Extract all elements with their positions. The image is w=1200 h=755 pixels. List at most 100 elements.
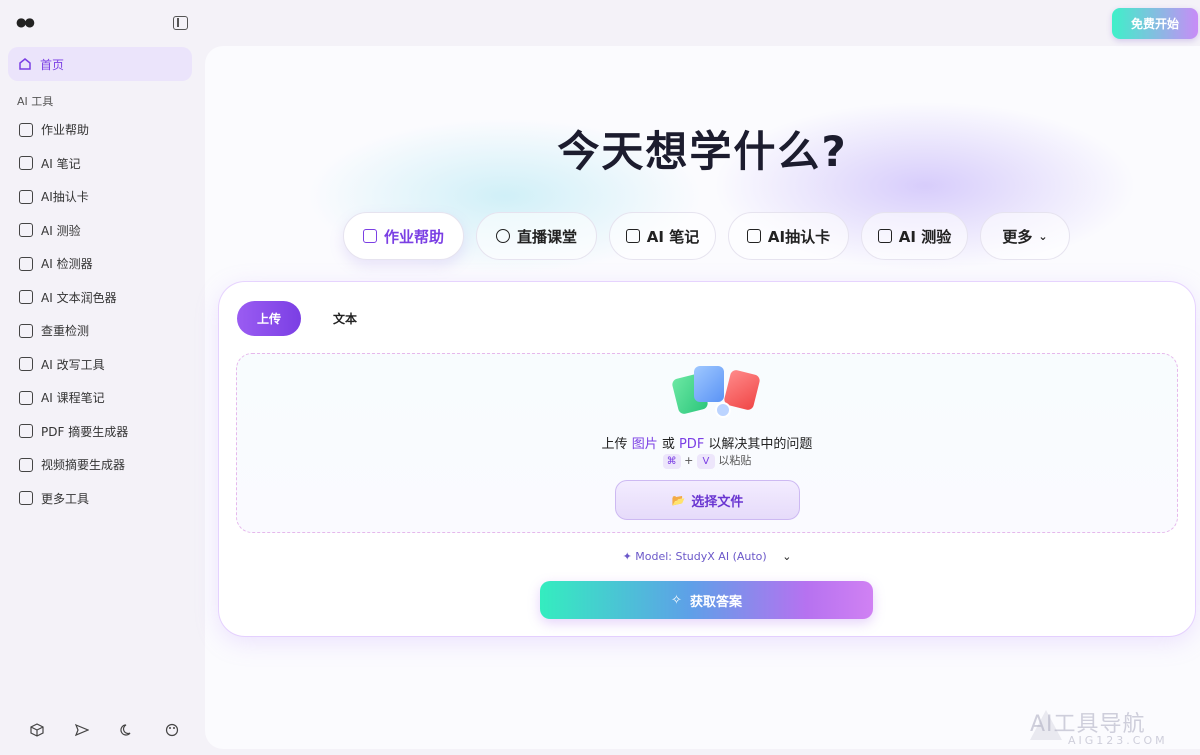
tab-label: 直播课堂 bbox=[516, 227, 577, 246]
moon-icon[interactable] bbox=[104, 718, 149, 742]
tab-homework[interactable]: 作业帮助 bbox=[343, 212, 464, 260]
sidebar-item-label: 作业帮助 bbox=[41, 123, 90, 138]
folder-icon: 📂 bbox=[671, 493, 686, 507]
sidebar-item-quiz[interactable]: AI 测验 bbox=[8, 214, 192, 248]
tab-flashcards[interactable]: AI抽认卡 bbox=[728, 212, 849, 260]
upload-arrow-icon bbox=[715, 402, 731, 418]
drop-prefix: 上传 bbox=[601, 437, 632, 452]
homework-icon bbox=[19, 122, 33, 137]
sidebar-item-label: 查重检测 bbox=[41, 324, 90, 339]
more-icon bbox=[19, 491, 33, 506]
feature-tabs: 作业帮助 直播课堂 AI 笔记 AI抽认卡 AI 测验 更多 ⌄ bbox=[343, 212, 1082, 260]
home-icon bbox=[18, 57, 32, 71]
mic-icon bbox=[495, 229, 510, 243]
get-answer-label: 获取答案 bbox=[689, 594, 742, 610]
cube-icon[interactable] bbox=[14, 718, 59, 742]
paste-hint: ⌘ + V 以粘贴 bbox=[237, 452, 1177, 469]
chevron-down-icon: ⌄ bbox=[782, 550, 792, 563]
segment-upload[interactable]: 上传 bbox=[237, 301, 301, 336]
sidebar-item-label: AI 改写工具 bbox=[41, 357, 105, 372]
sidebar-item-flashcards[interactable]: AI抽认卡 bbox=[8, 180, 192, 214]
sidebar-item-homework[interactable]: 作业帮助 bbox=[8, 113, 192, 147]
notes-icon bbox=[19, 156, 33, 171]
drop-instructions: 上传 图片 或 PDF 以解决其中的问题 bbox=[237, 433, 1177, 452]
sidebar-item-polisher[interactable]: AI 文本润色器 bbox=[8, 281, 192, 315]
sidebar-item-label: AI 文本润色器 bbox=[41, 290, 117, 305]
sidebar-toggle-icon[interactable] bbox=[173, 16, 188, 30]
sidebar-item-label: AI 测验 bbox=[41, 223, 81, 238]
sidebar-item-ai-notes[interactable]: AI 笔记 bbox=[8, 147, 192, 181]
sidebar-item-video-summary[interactable]: 视频摘要生成器 bbox=[8, 448, 192, 482]
course-notes-icon bbox=[19, 390, 33, 405]
file-drop-zone[interactable]: 上传 图片 或 PDF 以解决其中的问题 ⌘ + V 以粘贴 📂 选择文件 bbox=[236, 353, 1178, 533]
v-key: V bbox=[696, 454, 715, 469]
model-label: Model: StudyX AI (Auto) bbox=[635, 550, 767, 563]
choose-file-button[interactable]: 📂 选择文件 bbox=[615, 480, 800, 520]
sidebar-tool-list: 作业帮助 AI 笔记 AI抽认卡 AI 测验 AI 检测器 AI 文本润色器 查… bbox=[8, 113, 192, 515]
detector-icon bbox=[19, 256, 33, 271]
tab-live-class[interactable]: 直播课堂 bbox=[476, 212, 597, 260]
sparkle-icon: ✦ bbox=[622, 550, 632, 563]
sidebar-bottom-bar bbox=[0, 718, 200, 742]
sidebar-item-label: 视频摘要生成器 bbox=[41, 458, 126, 473]
sidebar-item-plagiarism[interactable]: 查重检测 bbox=[8, 314, 192, 348]
plagiarism-icon bbox=[19, 323, 33, 338]
pdf-icon bbox=[19, 424, 33, 439]
tab-label: AI 笔记 bbox=[646, 227, 700, 246]
sidebar: ●● 首页 AI 工具 作业帮助 AI 笔记 AI抽认卡 AI 测验 AI 检测… bbox=[0, 0, 200, 755]
send-icon[interactable] bbox=[59, 718, 104, 742]
tab-ai-notes[interactable]: AI 笔记 bbox=[609, 212, 716, 260]
tab-more[interactable]: 更多 ⌄ bbox=[980, 212, 1070, 260]
quiz-icon bbox=[877, 229, 892, 243]
paste-label: 以粘贴 bbox=[718, 454, 752, 467]
tab-label: AI抽认卡 bbox=[767, 227, 831, 246]
flashcard-icon bbox=[746, 229, 761, 243]
segment-text[interactable]: 文本 bbox=[323, 301, 367, 336]
sidebar-item-label: AI 课程笔记 bbox=[41, 391, 105, 406]
free-start-button[interactable]: 免费开始 bbox=[1112, 8, 1198, 39]
drop-suffix: 以解决其中的问题 bbox=[704, 437, 813, 452]
tab-label: 更多 bbox=[1002, 227, 1033, 246]
sidebar-item-label: 首页 bbox=[40, 57, 65, 72]
sidebar-item-rewrite[interactable]: AI 改写工具 bbox=[8, 348, 192, 382]
video-icon bbox=[19, 457, 33, 472]
logo: ●● bbox=[16, 15, 35, 29]
magic-wand-icon: ✧ bbox=[671, 592, 682, 608]
watermark: AI工具导航 AIG123.COM bbox=[1030, 706, 1168, 747]
homework-icon bbox=[362, 229, 377, 243]
drop-pdf-text: PDF bbox=[678, 437, 705, 452]
notes-icon bbox=[625, 229, 640, 243]
upload-card: 上传 文本 上传 图片 或 PDF 以解决其中的问题 ⌘ + V 以粘贴 📂 选… bbox=[219, 282, 1195, 636]
file-types-illustration bbox=[657, 364, 767, 420]
tab-quiz[interactable]: AI 测验 bbox=[861, 212, 968, 260]
sidebar-item-label: 更多工具 bbox=[41, 491, 90, 506]
document-file-icon bbox=[694, 366, 724, 402]
flashcard-icon bbox=[19, 189, 33, 204]
quiz-icon bbox=[19, 223, 33, 238]
palette-icon[interactable] bbox=[149, 718, 194, 742]
page-title: 今天想学什么? bbox=[557, 127, 848, 176]
sidebar-item-more-tools[interactable]: 更多工具 bbox=[8, 482, 192, 516]
sidebar-item-course-notes[interactable]: AI 课程笔记 bbox=[8, 381, 192, 415]
model-selector[interactable]: ✦ Model: StudyX AI (Auto) ⌄ bbox=[219, 550, 1195, 563]
sidebar-item-label: AI抽认卡 bbox=[41, 190, 89, 205]
sidebar-item-label: AI 笔记 bbox=[41, 156, 81, 171]
tab-label: 作业帮助 bbox=[383, 227, 444, 246]
drop-image-text: 图片 bbox=[631, 437, 658, 452]
polish-icon bbox=[19, 290, 33, 305]
section-title: AI 工具 bbox=[17, 95, 54, 108]
sidebar-item-home[interactable]: 首页 bbox=[8, 47, 192, 81]
rewrite-icon bbox=[19, 357, 33, 372]
sidebar-item-label: AI 检测器 bbox=[41, 257, 93, 272]
choose-file-label: 选择文件 bbox=[691, 494, 744, 510]
cmd-key: ⌘ bbox=[662, 454, 681, 469]
chevron-down-icon: ⌄ bbox=[1038, 229, 1048, 243]
tab-label: AI 测验 bbox=[898, 227, 952, 246]
sidebar-item-label: PDF 摘要生成器 bbox=[41, 424, 129, 439]
plus-sign: + bbox=[684, 454, 694, 467]
watermark-sub: AIG123.COM bbox=[1068, 734, 1168, 747]
sidebar-item-pdf-summary[interactable]: PDF 摘要生成器 bbox=[8, 415, 192, 449]
drop-or: 或 bbox=[657, 437, 679, 452]
get-answer-button[interactable]: ✧ 获取答案 bbox=[540, 581, 873, 619]
sidebar-item-detector[interactable]: AI 检测器 bbox=[8, 247, 192, 281]
